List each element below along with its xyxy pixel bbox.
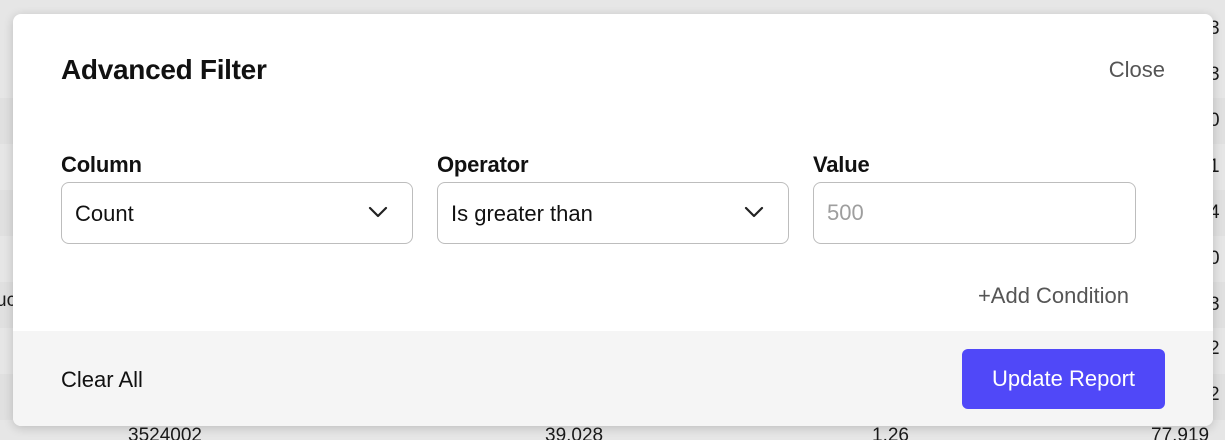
chevron-down-icon — [744, 206, 764, 218]
table-cell: 3524002 — [128, 425, 202, 440]
clear-all-button[interactable]: Clear All — [61, 367, 143, 393]
operator-label: Operator — [437, 152, 529, 177]
table-cell: 1.26 — [872, 425, 909, 440]
update-report-button[interactable]: Update Report — [962, 349, 1165, 409]
advanced-filter-dialog: Advanced Filter Close Column Count Opera… — [13, 14, 1213, 426]
dialog-footer: Clear All Update Report — [13, 331, 1213, 426]
table-cell: 39.028 — [545, 425, 604, 440]
column-field: Column Count — [61, 152, 413, 244]
operator-field: Operator Is greater than — [437, 152, 789, 244]
add-condition-button[interactable]: +Add Condition — [978, 283, 1129, 309]
table-cell: 77.919 — [1151, 425, 1210, 440]
column-label: Column — [61, 152, 142, 177]
column-select[interactable]: Count — [61, 182, 413, 244]
value-input[interactable] — [813, 182, 1136, 244]
operator-selected-value: Is greater than — [451, 201, 593, 226]
dialog-title: Advanced Filter — [61, 54, 267, 85]
column-selected-value: Count — [75, 201, 134, 226]
chevron-down-icon — [368, 206, 388, 218]
value-label: Value — [813, 152, 870, 177]
operator-select[interactable]: Is greater than — [437, 182, 789, 244]
value-field: Value — [813, 152, 1136, 244]
close-button[interactable]: Close — [1109, 57, 1165, 83]
